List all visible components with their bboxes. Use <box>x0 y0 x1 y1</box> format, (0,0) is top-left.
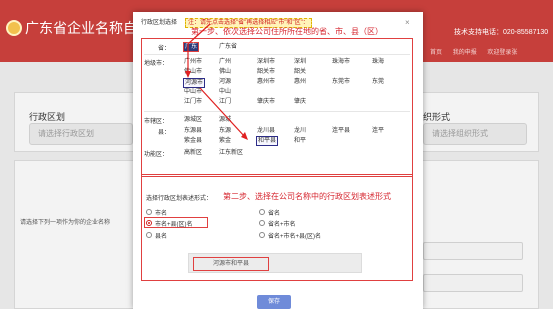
city-option[interactable]: 惠州市 <box>257 78 275 86</box>
format-radio[interactable] <box>146 209 152 215</box>
city-option[interactable]: 江门 <box>219 98 231 106</box>
city-option[interactable]: 肇庆 <box>294 98 306 106</box>
city-option[interactable]: 广州 <box>219 58 231 66</box>
city-option[interactable]: 韶关市 <box>257 68 275 76</box>
nav-home[interactable]: 首页 <box>430 50 442 56</box>
admin-division-dialog: 行政区划选择 注：请先点击选择"省"再选择相应"市"和"区"： × 第一步、依次… <box>133 12 423 309</box>
format-option-label: 市名 <box>155 211 168 217</box>
city-option[interactable]: 河源 <box>219 78 231 86</box>
city-option[interactable]: 广州市 <box>184 58 202 66</box>
province-option-selected[interactable]: 广东 <box>183 42 199 52</box>
name-instruction: 请选择下列一项作为你的企业名称 <box>20 220 111 226</box>
district-label: 市辖区： <box>144 119 169 125</box>
format-radio-selected[interactable] <box>146 220 152 226</box>
org-form-select[interactable]: 请选择组织形式 <box>423 123 527 145</box>
county-option[interactable]: 龙川县 <box>257 127 275 135</box>
result-text: 河源市和平县 <box>193 257 269 271</box>
city-option[interactable]: 珠海市 <box>332 58 350 66</box>
city-option[interactable]: 中山 <box>219 88 231 96</box>
divider <box>144 111 410 112</box>
format-label: 选择行政区划表述形式： <box>146 196 213 202</box>
city-option[interactable]: 深圳市 <box>257 58 275 66</box>
region-selector: 省： 广东 广东省 地级市： 广州市 广州 深圳市 深圳 珠海市 珠海 佛山市 … <box>141 38 413 177</box>
city-option[interactable]: 惠州 <box>294 78 306 86</box>
close-icon[interactable]: × <box>405 18 410 27</box>
divider <box>144 54 410 55</box>
function-area-label: 功能区： <box>144 152 169 158</box>
county-option[interactable]: 和平 <box>294 137 306 145</box>
name-input-2[interactable] <box>423 274 523 292</box>
format-radio[interactable] <box>259 220 265 226</box>
step2-annotation: 第二步、选择在公司名称中的行政区划表述形式 <box>223 192 391 201</box>
county-option[interactable]: 东源县 <box>184 127 202 135</box>
county-option-selected[interactable]: 和平县 <box>256 136 279 146</box>
district-option[interactable]: 源城区 <box>184 116 202 124</box>
county-option[interactable]: 连平县 <box>332 127 350 135</box>
format-option-label: 市名+县(区)名 <box>155 222 193 228</box>
format-selector: 选择行政区划表述形式： 第二步、选择在公司名称中的行政区划表述形式 市名 省名 … <box>141 174 413 281</box>
city-option[interactable]: 韶关 <box>294 68 306 76</box>
save-button[interactable]: 保存 <box>257 295 291 309</box>
dialog-header: 行政区划选择 注：请先点击选择"省"再选择相应"市"和"区"： <box>141 17 415 28</box>
county-option[interactable]: 紫金县 <box>184 137 202 145</box>
format-radio[interactable] <box>259 209 265 215</box>
name-input-1[interactable] <box>423 242 523 260</box>
org-form-label: 织形式 <box>423 112 451 122</box>
admin-division-label: 行政区划 <box>29 112 66 122</box>
top-nav: 首页 我的申报 欢迎登录张 <box>430 47 526 56</box>
step1-annotation: 第一步、依次选择公司住所所在地的省、市、县（区） <box>191 27 383 36</box>
format-option-label: 省名 <box>268 211 281 217</box>
county-option[interactable]: 龙川 <box>294 127 306 135</box>
format-option-label: 县名 <box>155 234 168 240</box>
result-preview: 河源市和平县 <box>188 253 362 273</box>
city-option[interactable]: 深圳 <box>294 58 306 66</box>
province-label: 省： <box>158 46 171 52</box>
county-option[interactable]: 紫金 <box>219 137 231 145</box>
county-label: 县： <box>158 130 171 136</box>
admin-division-select[interactable]: 请选择行政区划 <box>29 123 133 145</box>
city-option[interactable]: 江门市 <box>184 98 202 106</box>
function-area-option[interactable]: 高新区 <box>184 149 202 157</box>
format-radio[interactable] <box>146 232 152 238</box>
nav-my-applications[interactable]: 我的申报 <box>453 50 477 56</box>
district-option[interactable]: 源城 <box>219 116 231 124</box>
support-phone: 技术支持电话：020-85587130 <box>454 29 549 36</box>
dialog-header-label: 行政区划选择 <box>141 20 178 26</box>
city-option[interactable]: 肇庆市 <box>257 98 275 106</box>
city-option[interactable]: 中山市 <box>184 88 202 96</box>
format-option-label: 省名+市名+县(区)名 <box>268 234 322 240</box>
city-option[interactable]: 东莞 <box>372 78 384 86</box>
format-option-label: 省名+市名 <box>268 222 296 228</box>
city-option[interactable]: 东莞市 <box>332 78 350 86</box>
city-option[interactable]: 佛山 <box>219 68 231 76</box>
county-option[interactable]: 连平 <box>372 127 384 135</box>
format-radio[interactable] <box>259 232 265 238</box>
province-option[interactable]: 广东省 <box>219 43 237 51</box>
city-option-selected[interactable]: 河源市 <box>183 78 206 88</box>
city-label: 地级市： <box>144 61 169 67</box>
function-area-option[interactable]: 江东新区 <box>219 149 243 157</box>
county-option[interactable]: 东源 <box>219 127 231 135</box>
logo-icon <box>6 20 22 36</box>
city-option[interactable]: 珠海 <box>372 58 384 66</box>
nav-user[interactable]: 欢迎登录张 <box>487 50 517 56</box>
city-option[interactable]: 佛山市 <box>184 68 202 76</box>
